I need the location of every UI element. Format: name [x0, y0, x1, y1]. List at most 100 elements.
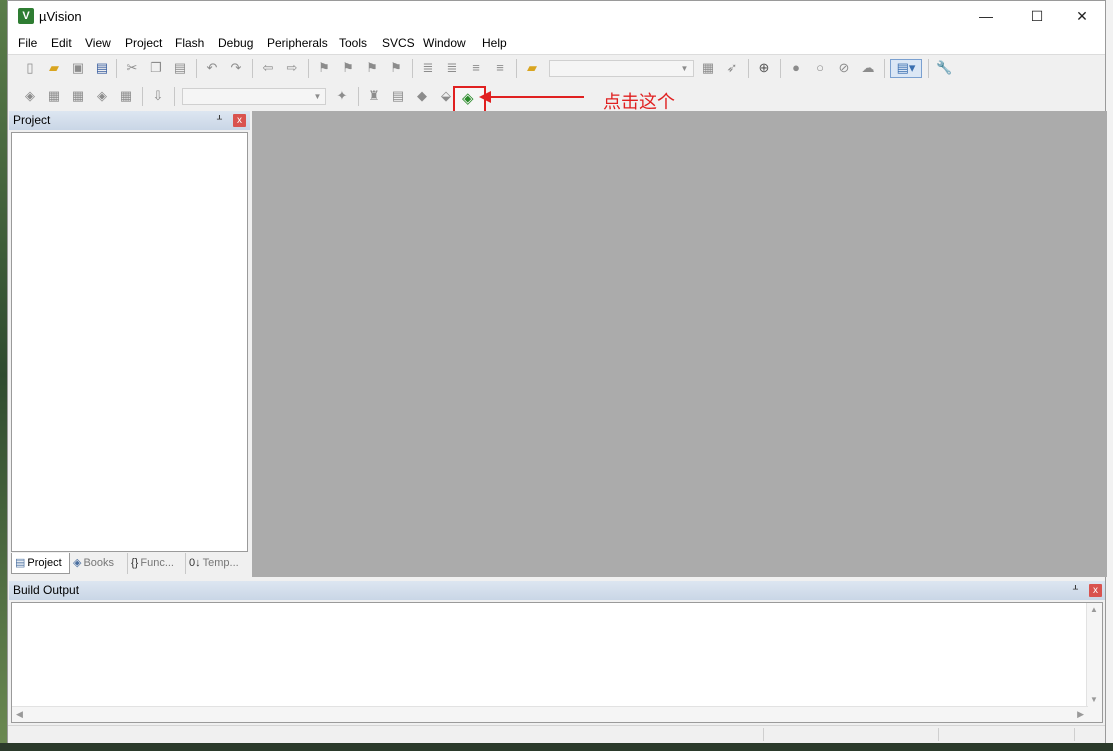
annotation-arrow-head: [479, 91, 491, 103]
install-icon[interactable]: ⬙: [438, 88, 454, 104]
minimize-button[interactable]: —: [963, 1, 1009, 32]
toolbar-separator: [412, 59, 413, 78]
project-tab-icon: ▤: [15, 557, 26, 569]
project-panel-header: Project ᚆ x: [9, 111, 250, 130]
build-output-panel: Build Output ᚆ x ▲ ▼ ◀ ▶: [9, 581, 1105, 725]
copy-icon[interactable]: ❐: [148, 60, 164, 76]
menu-tools[interactable]: Tools: [339, 36, 367, 50]
kill-breakpoints-icon[interactable]: ☁: [860, 60, 876, 76]
build-icon[interactable]: ▦: [46, 88, 62, 104]
menu-flash[interactable]: Flash: [175, 36, 204, 50]
clear-bookmarks-icon[interactable]: ⚑: [388, 60, 404, 76]
breakpoint-icon[interactable]: ○: [812, 60, 828, 76]
build-output-title: Build Output: [13, 583, 80, 597]
build-output-text[interactable]: ▲ ▼ ◀ ▶: [11, 602, 1103, 723]
tab-label: Project: [27, 557, 62, 569]
find-icon[interactable]: ▦: [700, 60, 716, 76]
unindent-icon[interactable]: ≣: [444, 60, 460, 76]
rebuild-icon[interactable]: ▦: [70, 88, 86, 104]
open-file-icon[interactable]: ▰: [46, 60, 62, 76]
prev-bookmark-icon[interactable]: ⚑: [340, 60, 356, 76]
project-panel-title: Project: [13, 113, 51, 127]
toolbar-separator: [174, 87, 175, 106]
app-logo-icon: V: [18, 8, 34, 24]
toolbar-separator: [252, 59, 253, 78]
next-bookmark-icon[interactable]: ⚑: [364, 60, 380, 76]
scroll-right-icon[interactable]: ▶: [1077, 709, 1084, 720]
configure-icon[interactable]: 🔧: [936, 60, 952, 76]
desktop-background-bottom: [0, 743, 1113, 751]
target-options-wand-icon[interactable]: ✦: [334, 88, 350, 104]
save-icon[interactable]: ▣: [70, 60, 86, 76]
translate-icon[interactable]: ◈: [22, 88, 38, 104]
tab-books[interactable]: ◈ Books: [70, 553, 128, 574]
editor-area[interactable]: [252, 111, 1107, 577]
select-packs-icon[interactable]: ▤: [390, 88, 406, 104]
batch-build-icon[interactable]: ◈: [94, 88, 110, 104]
status-bar: [8, 725, 1105, 743]
menu-file[interactable]: File: [18, 36, 37, 50]
debug-session-icon[interactable]: ●: [788, 60, 804, 76]
scroll-up-icon[interactable]: ▲: [1090, 605, 1098, 614]
menu-help[interactable]: Help: [482, 36, 507, 50]
chevron-down-icon[interactable]: ▼: [310, 89, 325, 105]
annotation-label: 点击这个: [603, 92, 675, 112]
disable-breakpoint-icon[interactable]: ⊘: [836, 60, 852, 76]
pack-installer-icon[interactable]: ◆: [414, 88, 430, 104]
menu-project[interactable]: Project: [125, 36, 162, 50]
toolbar-separator: [142, 87, 143, 106]
navigate-forward-icon[interactable]: ⇨: [284, 60, 300, 76]
chevron-down-icon[interactable]: ▼: [677, 61, 692, 77]
save-all-icon[interactable]: ▤: [94, 60, 110, 76]
uncomment-icon[interactable]: ≡: [492, 60, 508, 76]
window-title: µVision: [39, 9, 82, 24]
toolbar-separator: [116, 59, 117, 78]
horizontal-scrollbar[interactable]: ◀ ▶: [12, 706, 1088, 722]
redo-icon[interactable]: ↷: [228, 60, 244, 76]
navigate-back-icon[interactable]: ⇦: [260, 60, 276, 76]
build-toolbar: ◈ ▦ ▦ ◈ ▦ ⇩ ▼ ✦ ♜ ▤ ◆ ⬙: [8, 83, 508, 110]
tab-label: Temp...: [202, 557, 239, 569]
close-button[interactable]: ✕: [1059, 1, 1105, 32]
menu-edit[interactable]: Edit: [51, 36, 72, 50]
uvision-window: V µVision — ☐ ✕ File Edit View Project F…: [7, 0, 1107, 743]
undo-icon[interactable]: ↶: [204, 60, 220, 76]
stop-build-icon[interactable]: ▦: [118, 88, 134, 104]
comment-icon[interactable]: ≡: [468, 60, 484, 76]
cut-icon[interactable]: ✂: [124, 60, 140, 76]
menu-debug[interactable]: Debug: [218, 36, 253, 50]
download-icon[interactable]: ⇩: [150, 88, 166, 104]
menu-view[interactable]: View: [85, 36, 111, 50]
zoom-icon[interactable]: ⊕: [756, 60, 772, 76]
status-cell: [763, 728, 764, 741]
window-layout-icon[interactable]: ▤▾: [890, 59, 922, 78]
search-combo[interactable]: [549, 60, 694, 77]
menu-peripherals[interactable]: Peripherals: [267, 36, 328, 50]
project-tree[interactable]: [11, 132, 248, 552]
tab-label: Books: [83, 557, 115, 569]
tab-label: Func...: [140, 557, 174, 569]
menu-svcs[interactable]: SVCS: [382, 36, 415, 50]
scroll-down-icon[interactable]: ▼: [1090, 695, 1098, 704]
find-in-files-icon[interactable]: ▰: [524, 60, 540, 76]
tab-functions[interactable]: {} Func...: [128, 553, 186, 574]
paste-icon[interactable]: ▤: [172, 60, 188, 76]
vertical-scrollbar[interactable]: ▲ ▼: [1086, 603, 1102, 722]
pin-icon[interactable]: ᚆ: [1073, 584, 1078, 596]
close-icon[interactable]: x: [1089, 584, 1102, 597]
incremental-find-icon[interactable]: ➶: [724, 60, 740, 76]
new-file-icon[interactable]: ▯: [22, 60, 38, 76]
indent-icon[interactable]: ≣: [420, 60, 436, 76]
close-icon[interactable]: x: [233, 114, 246, 127]
toolbar-separator: [516, 59, 517, 78]
tab-project[interactable]: ▤ Project: [11, 553, 70, 574]
scroll-left-icon[interactable]: ◀: [16, 709, 23, 720]
tab-templates[interactable]: 0↓ Temp...: [186, 553, 248, 574]
maximize-button[interactable]: ☐: [1014, 1, 1060, 32]
menu-window[interactable]: Window: [423, 36, 466, 50]
manage-components-icon[interactable]: ♜: [366, 88, 382, 104]
pin-icon[interactable]: ᚆ: [217, 114, 222, 126]
target-select[interactable]: [182, 88, 326, 105]
bookmark-icon[interactable]: ⚑: [316, 60, 332, 76]
status-cell: [1074, 728, 1075, 741]
